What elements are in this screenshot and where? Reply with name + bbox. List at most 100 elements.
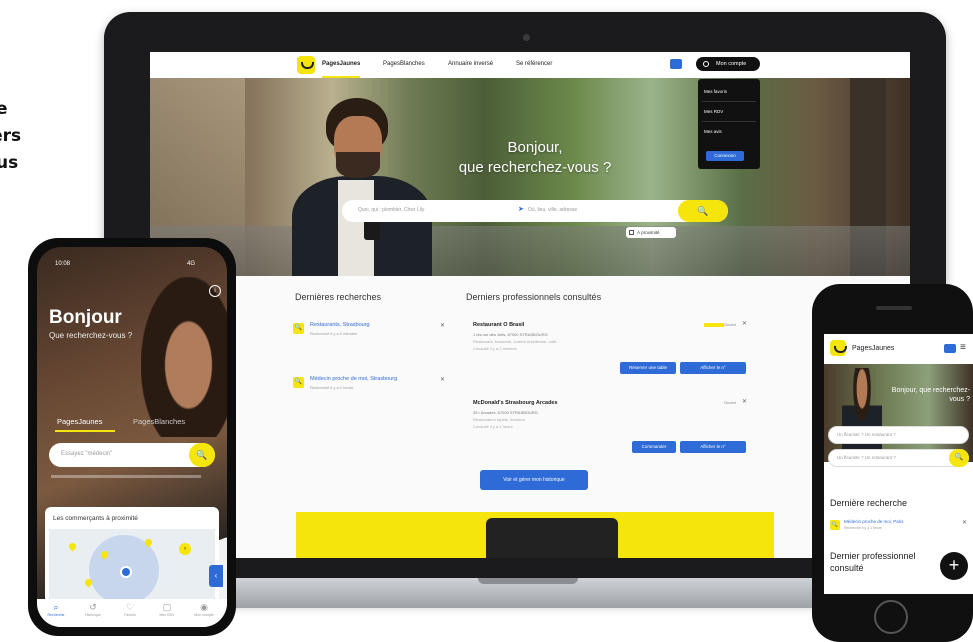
search-icon: 🔍 [196,450,208,460]
search-icon: 🔍 [830,520,840,530]
bottom-nav-account[interactable]: ◉ Mon compte [187,601,221,617]
pagesjaunes-logo-icon[interactable] [830,340,847,356]
pro-consulted: Consulté il y a 1 heure [473,424,513,429]
dropdown-item-avis[interactable]: Mes avis [704,129,722,134]
camera-icon [523,34,530,41]
hero-banner: Bonjour, que recherchez-vous ? [824,364,973,462]
nearby-card[interactable]: Les commerçants à proximité › [45,507,219,603]
chevron-left-icon[interactable]: ‹ [209,565,223,587]
nav-link-pagesjaunes[interactable]: PagesJaunes [322,61,360,67]
pro-space-icon[interactable] [944,344,956,353]
account-button[interactable]: Mon compte [696,57,760,71]
promo-line: vers [0,126,22,146]
close-icon[interactable]: ✕ [742,398,747,405]
hero-title: Bonjour, que recherchez-vous ? [440,138,630,178]
hero-background [150,226,910,276]
proximity-label: À proximité [637,230,660,235]
recent-searches-title: Dernières recherches [295,292,382,302]
reserve-table-button[interactable]: Réserver une table [620,362,676,374]
nearby-map[interactable]: › [49,529,215,601]
map-pin-icon[interactable] [67,541,78,552]
add-button[interactable]: + [940,552,968,580]
heart-icon: ♡ [125,602,135,612]
login-button[interactable]: Connexion [706,151,744,161]
history-button[interactable]: Voir et gérer mon historique [480,470,588,490]
search-button[interactable]: 🔍 [949,449,969,467]
bottom-navigation: ⌕ Recherche ↺ Historique ♡ Favoris ▢ Mes… [37,599,227,627]
hero-banner: Bonjour, que recherchez-vous ? Quoi, qui… [150,78,910,276]
rating-badge [704,323,724,327]
search-input[interactable]: Essayez "médecin" 🔍 [49,443,215,467]
tab-pagesjaunes[interactable]: PagesJaunes [57,417,102,426]
close-icon[interactable]: ✕ [440,376,445,383]
show-number-button[interactable]: Afficher le n° [680,441,746,453]
history-icon: ↺ [89,602,97,612]
bottom-nav-favorites[interactable]: ♡ Favoris [113,601,147,617]
pro-status: Ouvert [723,322,736,327]
recent-search-item[interactable]: 🔍 Restaurants, Strasbourg Recherché il y… [293,320,445,342]
bottom-nav-label: Historique [85,613,101,617]
right-phone-screen: PagesJaunes ≡ Bonjour, que recherchez-vo… [824,334,973,594]
where-placeholder: Un fleuriste ? Un restaurant ? [837,455,896,460]
right-phone: PagesJaunes ≡ Bonjour, que recherchez-vo… [812,284,973,642]
user-icon: ◉ [200,602,208,612]
location-pin-icon: ➤ [518,206,524,213]
recent-search-time: Recherché il y a 2 minutes [310,331,358,336]
hero-title-line: Bonjour, [507,139,563,156]
nav-link-pagesblanches[interactable]: PagesBlanches [383,61,425,67]
nearby-card-title: Les commerçants à proximité [53,515,138,522]
last-pro-title: Dernier professionnel consulté [830,551,916,573]
pro-space-icon[interactable] [670,59,682,69]
pro-description: Restaurant, brasserie, cuisine brésilien… [473,339,560,344]
pro-name: McDonald's Strasbourg Arcades [473,400,558,406]
bottom-nav-history[interactable]: ↺ Historique [76,601,110,617]
recent-search-query: Médecin proche de moi, Paris [844,519,904,524]
close-icon[interactable]: ✕ [962,519,967,526]
last-search-title: Dernière recherche [830,498,908,508]
where-input[interactable]: Où, lieu, ville, adresse [528,207,577,213]
home-button[interactable] [874,600,908,634]
left-phone-screen: 10:08 4G i Bonjour Que recherchez-vous ?… [37,247,227,627]
bottom-nav-label: Mon compte [194,613,214,617]
active-tab-indicator [55,430,115,432]
menu-icon[interactable]: ≡ [960,342,966,353]
what-input[interactable]: Quoi, qui : plombier, Chez Lily [358,207,424,213]
bottom-nav-label: Recherche [47,613,65,617]
info-icon[interactable]: i [209,285,221,297]
greeting-title: Bonjour [49,307,122,328]
pro-consulted: Consulté il y a 2 minutes [473,346,517,351]
what-placeholder: Un fleuriste ? Un restaurant ? [837,432,896,437]
dropdown-item-favoris[interactable]: Mes favoris [704,89,727,94]
dropdown-item-rdv[interactable]: Mes RDV [704,109,723,114]
recent-search-item[interactable]: 🔍 Médecin proche de moi, Strasbourg Rech… [293,374,445,396]
show-number-button[interactable]: Afficher le n° [680,362,746,374]
current-location-icon [120,566,132,578]
pro-address: 35 r Arcades, 67000 STRASBOURG [473,410,538,415]
tab-pagesblanches[interactable]: PagesBlanches [133,417,185,426]
search-icon: 🔍 [697,206,709,216]
laptop-screen: PagesJaunes PagesBlanches Annuaire inver… [150,52,910,558]
status-network: 4G [187,261,196,267]
nav-link-se-referencer[interactable]: Se référencer [516,61,552,67]
search-button[interactable]: 🔍 [678,200,728,222]
pagesjaunes-logo-icon[interactable] [297,56,315,74]
what-input[interactable]: Un fleuriste ? Un restaurant ? [828,426,969,444]
where-input[interactable]: Un fleuriste ? Un restaurant ? 🔍 [828,449,969,467]
nav-link-annuaire-inverse[interactable]: Annuaire inversé [448,61,493,67]
close-icon[interactable]: ✕ [742,320,747,327]
order-button[interactable]: Commander [632,441,676,453]
bottom-nav-label: Favoris [124,613,136,617]
left-phone: 10:08 4G i Bonjour Que recherchez-vous ?… [28,238,236,636]
proximity-toggle[interactable]: À proximité [626,227,676,238]
recent-search-item[interactable]: 🔍 Médecin proche de moi, Paris Recherché… [830,518,967,538]
speaker [876,306,912,310]
bottom-nav-search[interactable]: ⌕ Recherche [39,601,73,617]
bottom-nav-appointments[interactable]: ▢ Mes RDV [150,601,184,617]
search-button[interactable]: 🔍 [189,443,215,467]
hero-photo-woman [141,277,227,437]
close-icon[interactable]: ✕ [440,322,445,329]
account-label: Mon compte [716,61,747,67]
recent-search-query: Médecin proche de moi, Strasbourg [310,376,398,382]
chevron-right-icon[interactable]: › [179,543,191,555]
hero-title: Bonjour, que recherchez-vous ? [891,387,970,403]
